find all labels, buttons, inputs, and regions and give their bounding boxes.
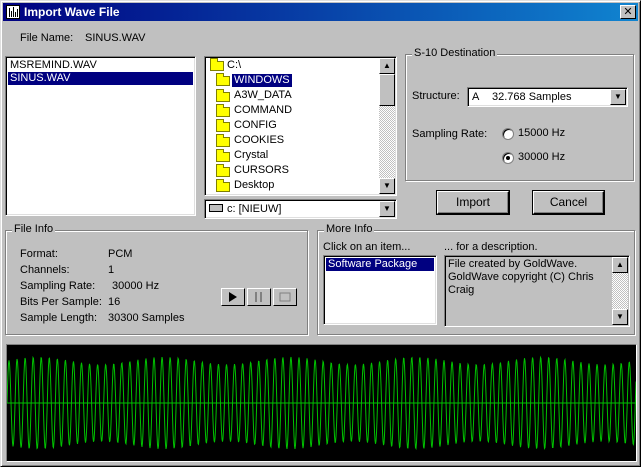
open-folder-icon: [210, 58, 224, 71]
folder-icon: [216, 104, 230, 117]
folder-tree[interactable]: C:\ WINDOWS A3W_DATA COMMAND CONFIG COOK…: [204, 56, 397, 196]
file-info-group-label: File Info: [12, 223, 56, 235]
waveform-plot: [6, 345, 637, 461]
stop-button[interactable]: [273, 288, 297, 306]
folder-item-crystal[interactable]: Crystal: [207, 149, 268, 162]
drive-icon: [209, 204, 223, 212]
more-info-group-label: More Info: [324, 223, 375, 235]
file-name-value: SINUS.WAV: [85, 32, 146, 44]
format-value: PCM: [108, 248, 133, 260]
drive-dropdown-button[interactable]: ▼: [379, 201, 395, 217]
more-info-item-software[interactable]: Software Package: [326, 258, 434, 271]
description-text: File created by GoldWave. GoldWave copyr…: [448, 258, 594, 296]
structure-select[interactable]: A 32.768 Samples ▼: [467, 87, 628, 107]
structure-letter: A: [472, 91, 480, 103]
folder-item-command[interactable]: COMMAND: [207, 104, 292, 117]
sampling-rate-info-value: 30000 Hz: [112, 280, 160, 292]
folder-icon: [216, 119, 230, 132]
folder-item-cursors[interactable]: CURSORS: [207, 164, 289, 177]
stop-icon: [279, 292, 291, 302]
sampling-rate-info-label: Sampling Rate:: [20, 280, 96, 292]
click-prompt: Click on an item...: [323, 241, 411, 253]
bits-per-sample-value: 16: [108, 296, 121, 308]
drive-select[interactable]: c: [NIEUW] ▼: [204, 199, 397, 219]
rate-15000-label: 15000 Hz: [518, 127, 566, 139]
folder-item-desktop[interactable]: Desktop: [207, 179, 274, 192]
folder-icon: [216, 89, 230, 102]
rate-option-15000[interactable]: 15000 Hz: [502, 127, 582, 141]
rate-15000-radio[interactable]: [502, 128, 514, 140]
folder-item-config[interactable]: CONFIG: [207, 119, 277, 132]
cancel-button[interactable]: Cancel: [533, 191, 604, 214]
channels-label: Channels:: [20, 264, 70, 276]
import-wave-dialog: Import Wave File ✕ File Name: SINUS.WAV …: [0, 0, 641, 467]
file-item-msremind[interactable]: MSREMIND.WAV: [8, 59, 193, 72]
channels-value: 1: [108, 264, 115, 276]
wave-app-icon: [6, 5, 20, 19]
file-list[interactable]: MSREMIND.WAV SINUS.WAV: [5, 56, 196, 216]
structure-value: 32.768 Samples: [492, 91, 572, 103]
pause-button[interactable]: [247, 288, 271, 306]
import-button[interactable]: Import: [437, 191, 509, 214]
sampling-rate-label: Sampling Rate:: [412, 128, 488, 140]
more-info-list[interactable]: Software Package: [323, 255, 437, 325]
rate-option-30000[interactable]: 30000 Hz: [502, 151, 582, 165]
play-icon: [229, 292, 237, 302]
structure-label: Structure:: [412, 90, 460, 102]
folder-item-cookies[interactable]: COOKIES: [207, 134, 284, 147]
folder-icon: [216, 149, 230, 162]
destination-group: S-10 Destination Structure: A 32.768 Sam…: [405, 47, 634, 181]
pause-icon: [255, 292, 262, 302]
open-folder-icon: [216, 73, 230, 86]
sample-length-label: Sample Length:: [20, 312, 98, 324]
close-icon: ✕: [623, 6, 633, 18]
scroll-up-button[interactable]: ▲: [379, 58, 395, 74]
sample-length-value: 30300 Samples: [108, 312, 185, 324]
folder-item-root[interactable]: C:\: [207, 58, 241, 72]
play-button[interactable]: [221, 288, 245, 306]
folder-icon: [216, 134, 230, 147]
rate-30000-label: 30000 Hz: [518, 151, 566, 163]
file-info-group: File Info Format: PCM Channels: 1 Sampli…: [5, 223, 308, 335]
scrollbar-thumb[interactable]: [379, 74, 395, 106]
rate-30000-radio[interactable]: [502, 152, 514, 164]
folder-icon: [216, 164, 230, 177]
folder-icon: [216, 179, 230, 192]
close-button[interactable]: ✕: [620, 5, 636, 19]
file-name-label: File Name:: [20, 32, 74, 44]
file-item-sinus[interactable]: SINUS.WAV: [8, 72, 193, 85]
scroll-down-button[interactable]: ▼: [379, 178, 395, 194]
bits-per-sample-label: Bits Per Sample:: [20, 296, 102, 308]
more-info-group: More Info Click on an item... ... for a …: [317, 223, 635, 335]
destination-group-label: S-10 Destination: [412, 47, 498, 59]
description-box[interactable]: File created by GoldWave. GoldWave copyr…: [444, 255, 630, 327]
description-prompt: ... for a description.: [444, 241, 538, 253]
desc-scroll-up-button[interactable]: ▲: [612, 257, 628, 273]
folder-item-a3w-data[interactable]: A3W_DATA: [207, 89, 292, 102]
title-bar[interactable]: Import Wave File ✕: [3, 3, 638, 21]
window-title: Import Wave File: [24, 5, 120, 19]
folder-item-windows[interactable]: WINDOWS: [207, 73, 381, 87]
structure-dropdown-button[interactable]: ▼: [610, 89, 626, 105]
waveform-display: [6, 344, 637, 462]
format-label: Format:: [20, 248, 58, 260]
desc-scrollbar-track[interactable]: [612, 273, 628, 309]
desc-scroll-down-button[interactable]: ▼: [612, 309, 628, 325]
drive-value: c: [NIEUW]: [227, 203, 282, 215]
